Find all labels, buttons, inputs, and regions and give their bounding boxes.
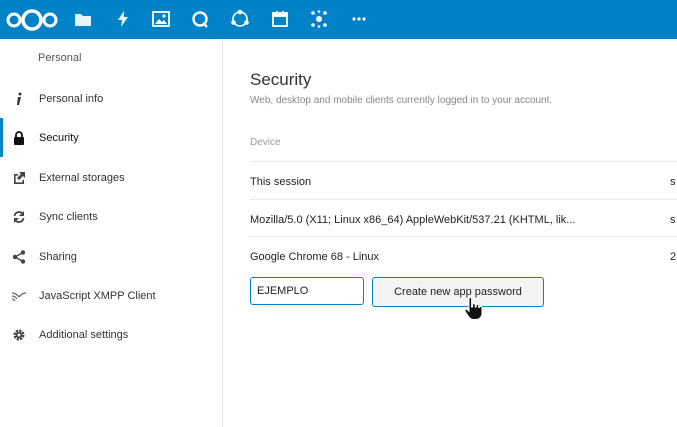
- gallery-image-icon[interactable]: [150, 8, 172, 30]
- sidebar-item-security[interactable]: Security: [0, 118, 222, 157]
- sidebar-item-label: Security: [39, 131, 79, 144]
- sidebar-item-label: JavaScript XMPP Client: [39, 289, 156, 302]
- sidebar-item-label: Additional settings: [39, 328, 129, 341]
- sidebar-item-xmpp-client[interactable]: JavaScript XMPP Client: [0, 276, 222, 315]
- table-row: This session s: [250, 161, 677, 200]
- device-name: Mozilla/5.0 (X11; Linux x86_64) AppleWeb…: [250, 214, 576, 226]
- device-name: Google Chrome 68 - Linux: [250, 251, 380, 263]
- page-title: Security: [250, 70, 312, 89]
- last-activity: s: [670, 176, 676, 188]
- activity-bolt-icon[interactable]: [112, 8, 134, 30]
- more-apps-icon[interactable]: [348, 8, 370, 30]
- column-header-device: Device: [250, 137, 281, 148]
- xmpp-icon: [10, 287, 28, 305]
- circles-share-icon[interactable]: [229, 8, 251, 30]
- sidebar-item-label: Sharing: [39, 250, 77, 263]
- gear-icon: [10, 326, 28, 344]
- network-icon[interactable]: [308, 8, 330, 30]
- sidebar-item-sharing[interactable]: Sharing: [0, 237, 222, 276]
- table-row: Google Chrome 68 - Linux 2 r: [250, 236, 677, 275]
- sync-icon: [10, 208, 28, 226]
- create-app-password-button[interactable]: Create new app password: [372, 277, 544, 307]
- share-icon: [10, 248, 28, 266]
- external-link-icon: [10, 169, 28, 187]
- sidebar-item-external-storages[interactable]: External storages: [0, 158, 222, 197]
- sidebar-item-label: Sync clients: [39, 210, 98, 223]
- info-icon: [10, 90, 28, 108]
- sidebar-item-sync-clients[interactable]: Sync clients: [0, 197, 222, 236]
- sidebar-item-label: Personal info: [39, 92, 104, 105]
- security-section: Security Web, desktop and mobile clients…: [223, 39, 677, 427]
- table-row: Mozilla/5.0 (X11; Linux x86_64) AppleWeb…: [250, 199, 677, 238]
- last-activity: s: [670, 214, 676, 226]
- device-name: This session: [250, 176, 312, 188]
- sidebar-item-label: External storages: [39, 171, 125, 184]
- sidebar-item-additional-settings[interactable]: Additional settings: [0, 315, 222, 354]
- nextcloud-logo-icon[interactable]: [4, 7, 60, 33]
- talk-chat-icon[interactable]: [189, 8, 211, 30]
- settings-sidebar: Personal Personal info Security External…: [0, 39, 223, 427]
- calendar-icon[interactable]: [269, 8, 291, 30]
- top-header: [0, 0, 677, 39]
- sidebar-caption: Personal: [38, 52, 82, 64]
- app-name-input[interactable]: [250, 277, 364, 305]
- lock-icon: [10, 129, 28, 147]
- sidebar-item-personal-info[interactable]: Personal info: [0, 79, 222, 118]
- files-folder-icon[interactable]: [72, 8, 94, 30]
- section-description: Web, desktop and mobile clients currentl…: [250, 95, 553, 106]
- last-activity: 2 r: [670, 251, 677, 263]
- hand-pointer-icon: [462, 296, 486, 322]
